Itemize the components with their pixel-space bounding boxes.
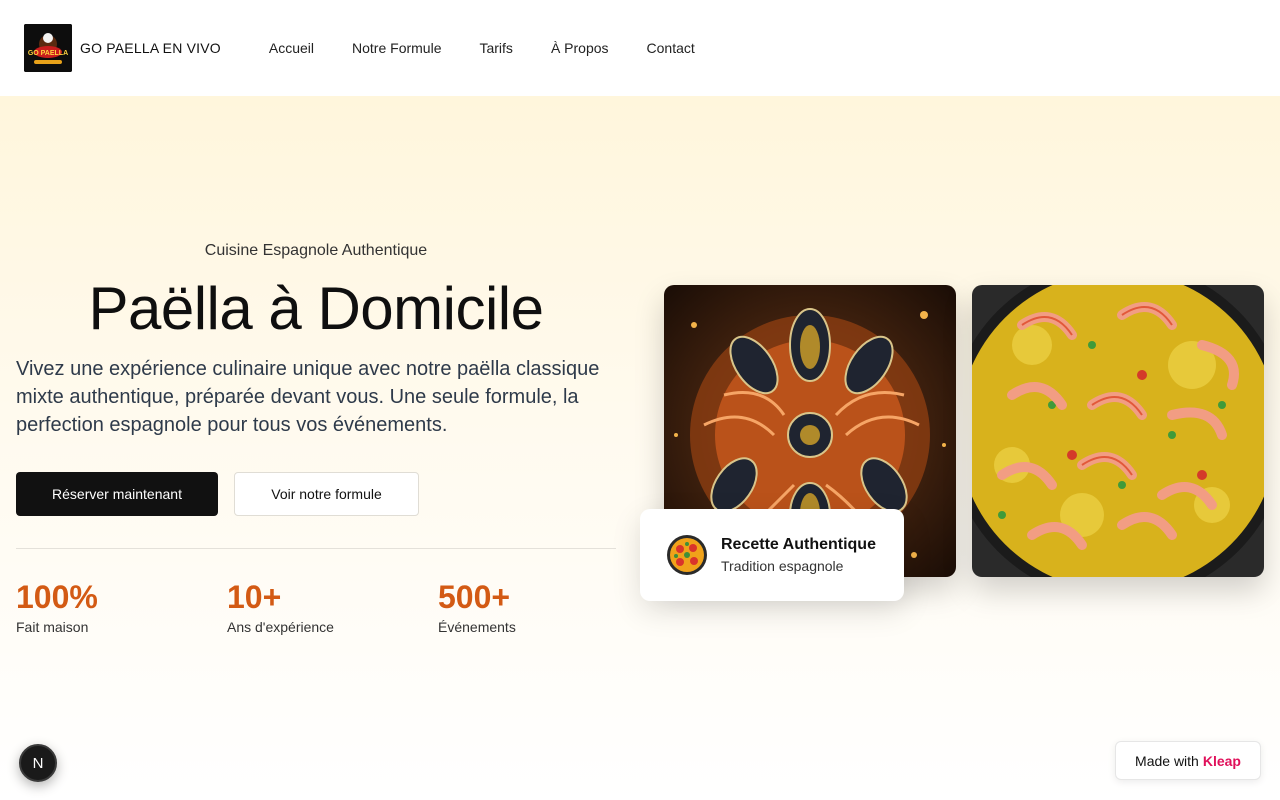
stat-value: 10+ (227, 579, 282, 615)
nav-a-propos[interactable]: À Propos (551, 40, 609, 56)
nav-contact[interactable]: Contact (647, 40, 695, 56)
paella-shrimp-image (972, 285, 1264, 577)
n-badge-button[interactable]: N (19, 744, 57, 782)
recipe-card-subtitle: Tradition espagnole (721, 558, 844, 574)
nav-notre-formule[interactable]: Notre Formule (352, 40, 441, 56)
stat-label: Fait maison (16, 619, 89, 635)
reserve-button[interactable]: Réserver maintenant (16, 472, 218, 516)
stats-divider (16, 548, 616, 549)
recipe-card-title: Recette Authentique (721, 536, 876, 553)
paella-pan-icon (667, 535, 707, 575)
stat-label: Événements (438, 619, 516, 635)
stat-value: 100% (16, 579, 98, 615)
hero-section: Cuisine Espagnole Authentique Paëlla à D… (0, 96, 1280, 800)
paella-chef-logo-icon[interactable]: GO PAELLA (24, 24, 72, 72)
site-header: GO PAELLA GO PAELLA EN VIVO Accueil Notr… (0, 0, 1280, 96)
stat-homemade: 100% Fait maison (16, 579, 98, 635)
made-with-kleap-badge[interactable]: Made with Kleap (1115, 741, 1261, 780)
view-formula-button[interactable]: Voir notre formule (234, 472, 419, 516)
recipe-card: Recette Authentique Tradition espagnole (640, 509, 904, 601)
hero-title: Paëlla à Domicile (88, 275, 544, 342)
nav-accueil[interactable]: Accueil (269, 40, 314, 56)
brand-name[interactable]: GO PAELLA EN VIVO (80, 40, 221, 56)
made-with-label: Made with (1135, 752, 1199, 769)
hero-description: Vivez une expérience culinaire unique av… (16, 358, 600, 436)
stat-value: 500+ (438, 579, 511, 615)
kleap-brand: Kleap (1202, 752, 1241, 769)
stat-label: Ans d'expérience (227, 619, 334, 635)
nav-tarifs[interactable]: Tarifs (479, 40, 512, 56)
svg-text:GO PAELLA: GO PAELLA (28, 50, 68, 57)
stat-experience: 10+ Ans d'expérience (227, 579, 334, 635)
stat-events: 500+ Événements (438, 579, 516, 635)
hero-kicker: Cuisine Espagnole Authentique (204, 242, 428, 259)
main-nav: Accueil Notre Formule Tarifs À Propos Co… (269, 40, 695, 56)
